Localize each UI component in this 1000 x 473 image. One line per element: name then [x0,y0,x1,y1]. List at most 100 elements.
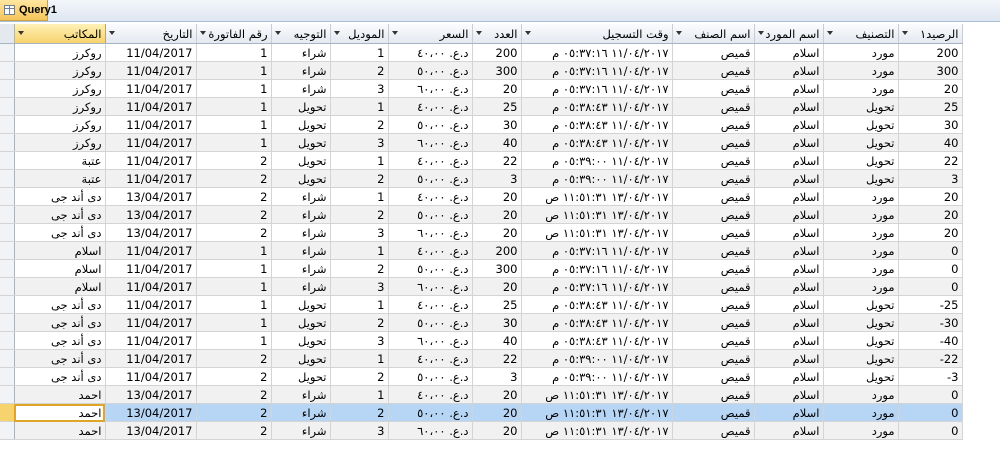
cell-direction[interactable]: تحويل [271,295,331,314]
cell-model[interactable]: 1 [330,385,389,404]
cell-invoice[interactable]: 1 [196,313,272,332]
cell-item[interactable]: قميص [672,115,755,134]
cell-category[interactable]: مورد [823,79,899,98]
table-row[interactable]: روكرز 11/04/2017 1 تحويل 2 د.ع.‏ ٥٠،٠٠ 30 ١١/٠٤… [0,115,963,134]
column-header-invoice[interactable]: رقم الفاتورة [196,24,272,44]
cell-time[interactable]: ١١/٠٤/٢٠١٧ ٠٥:٣٧:١٦ م [521,277,673,296]
cell-category[interactable]: مورد [823,385,899,404]
cell-invoice[interactable]: 2 [196,349,272,368]
filter-dropdown-icon[interactable] [391,31,398,35]
cell-model[interactable]: 2 [330,367,389,386]
column-header-time[interactable]: وقت التسجيل [521,24,673,44]
cell-invoice[interactable]: 1 [196,79,272,98]
column-header-direction[interactable]: التوجيه [271,24,331,44]
row-selector[interactable] [0,79,15,98]
row-selector[interactable] [0,43,15,62]
cell-time[interactable]: ١١/٠٤/٢٠١٧ ٠٥:٣٧:١٦ م [521,43,673,62]
cell-item[interactable]: قميص [672,43,755,62]
cell-balance[interactable]: -30 [898,313,963,332]
cell-supplier[interactable]: اسلام [754,151,824,170]
cell-category[interactable]: مورد [823,259,899,278]
cell-balance[interactable]: 20 [898,187,963,206]
table-row[interactable]: اسلام 11/04/2017 1 شراء 1 د.ع.‏ ٤٠،٠٠ 200 ١١/٠٤… [0,241,963,260]
cell-balance[interactable]: 0 [898,241,963,260]
cell-direction[interactable]: تحويل [271,349,331,368]
cell-balance[interactable]: 0 [898,259,963,278]
cell-date[interactable]: 11/04/2017 [105,97,197,116]
cell-qty[interactable]: 30 [472,115,522,134]
column-header-date[interactable]: التاريخ [105,24,197,44]
cell-date[interactable]: 11/04/2017 [105,151,197,170]
cell-model[interactable]: 1 [330,295,389,314]
column-header-qty[interactable]: العدد [472,24,522,44]
filter-dropdown-icon[interactable] [108,31,115,35]
cell-invoice[interactable]: 2 [196,187,272,206]
cell-invoice[interactable]: 1 [196,133,272,152]
cell-office[interactable]: دى أند جى [14,349,106,368]
cell-invoice[interactable]: 2 [196,385,272,404]
cell-price[interactable]: د.ع.‏ ٦٠،٠٠ [388,331,473,350]
cell-price[interactable]: د.ع.‏ ٤٠،٠٠ [388,385,473,404]
cell-supplier[interactable]: اسلام [754,97,824,116]
table-row[interactable]: دى أند جى 11/04/2017 1 تحويل 1 د.ع.‏ ٤٠،٠٠ 25 ١… [0,295,963,314]
table-row[interactable]: احمد 13/04/2017 2 شراء 2 د.ع.‏ ٥٠،٠٠ 20 ١٣/٠٤/٢… [0,403,963,422]
cell-category[interactable]: مورد [823,205,899,224]
cell-date[interactable]: 13/04/2017 [105,205,197,224]
column-header-supplier[interactable]: اسم المورد [754,24,824,44]
cell-office[interactable]: روكرز [14,97,106,116]
column-header-category[interactable]: التصنيف [823,24,899,44]
cell-office[interactable]: اسلام [14,277,106,296]
cell-balance[interactable]: 3 [898,169,963,188]
column-header-price[interactable]: السعر [388,24,473,44]
table-row[interactable]: روكرز 11/04/2017 1 شراء 2 د.ع.‏ ٥٠،٠٠ 300 ١١/٠٤… [0,61,963,80]
cell-item[interactable]: قميص [672,61,755,80]
cell-date[interactable]: 11/04/2017 [105,133,197,152]
row-selector[interactable] [0,349,15,368]
cell-model[interactable]: 3 [330,421,389,440]
table-row[interactable]: دى أند جى 13/04/2017 2 شراء 2 د.ع.‏ ٥٠،٠٠ 20 ١٣… [0,205,963,224]
cell-item[interactable]: قميص [672,223,755,242]
cell-supplier[interactable]: اسلام [754,61,824,80]
row-selector[interactable] [0,331,15,350]
row-selector[interactable] [0,97,15,116]
table-row[interactable]: اسلام 11/04/2017 1 شراء 3 د.ع.‏ ٦٠،٠٠ 20 ١١/٠٤/… [0,277,963,296]
row-selector[interactable] [0,241,15,260]
row-selector[interactable] [0,295,15,314]
table-row[interactable]: دى أند جى 13/04/2017 2 شراء 1 د.ع.‏ ٤٠،٠٠ 20 ١٣… [0,187,963,206]
cell-direction[interactable]: تحويل [271,169,331,188]
cell-office[interactable]: روكرز [14,79,106,98]
cell-qty[interactable]: 40 [472,331,522,350]
cell-supplier[interactable]: اسلام [754,259,824,278]
cell-model[interactable]: 2 [330,61,389,80]
row-selector[interactable] [0,259,15,278]
cell-time[interactable]: ١١/٠٤/٢٠١٧ ٠٥:٣٨:٤٣ م [521,97,673,116]
cell-time[interactable]: ١٣/٠٤/٢٠١٧ ١١:٥١:٣١ ص [521,187,673,206]
table-row[interactable]: دى أند جى 13/04/2017 2 شراء 3 د.ع.‏ ٦٠،٠٠ 20 ١٣… [0,223,963,242]
cell-supplier[interactable]: اسلام [754,79,824,98]
table-row[interactable]: اسلام 11/04/2017 1 شراء 2 د.ع.‏ ٥٠،٠٠ 300 ١١/٠٤… [0,259,963,278]
cell-price[interactable]: د.ع.‏ ٥٠،٠٠ [388,169,473,188]
cell-qty[interactable]: 3 [472,169,522,188]
cell-item[interactable]: قميص [672,151,755,170]
cell-balance[interactable]: 20 [898,205,963,224]
table-row[interactable]: دى أند جى 11/04/2017 2 تحويل 1 د.ع.‏ ٤٠،٠٠ 22 ١… [0,349,963,368]
cell-price[interactable]: د.ع.‏ ٤٠،٠٠ [388,43,473,62]
cell-office[interactable]: دى أند جى [14,313,106,332]
cell-invoice[interactable]: 2 [196,367,272,386]
cell-model[interactable]: 2 [330,169,389,188]
cell-model[interactable]: 1 [330,349,389,368]
cell-office[interactable]: عتبة [14,151,106,170]
row-selector[interactable] [0,313,15,332]
filter-dropdown-icon[interactable] [475,31,482,35]
cell-time[interactable]: ١١/٠٤/٢٠١٧ ٠٥:٣٨:٤٣ م [521,313,673,332]
row-selector[interactable] [0,421,15,440]
cell-direction[interactable]: شراء [271,421,331,440]
filter-dropdown-icon[interactable] [901,31,908,35]
cell-supplier[interactable]: اسلام [754,115,824,134]
select-all-corner[interactable] [0,24,15,44]
cell-direction[interactable]: تحويل [271,97,331,116]
cell-invoice[interactable]: 2 [196,403,272,422]
cell-direction[interactable]: شراء [271,61,331,80]
cell-category[interactable]: تحويل [823,133,899,152]
cell-qty[interactable]: 3 [472,367,522,386]
